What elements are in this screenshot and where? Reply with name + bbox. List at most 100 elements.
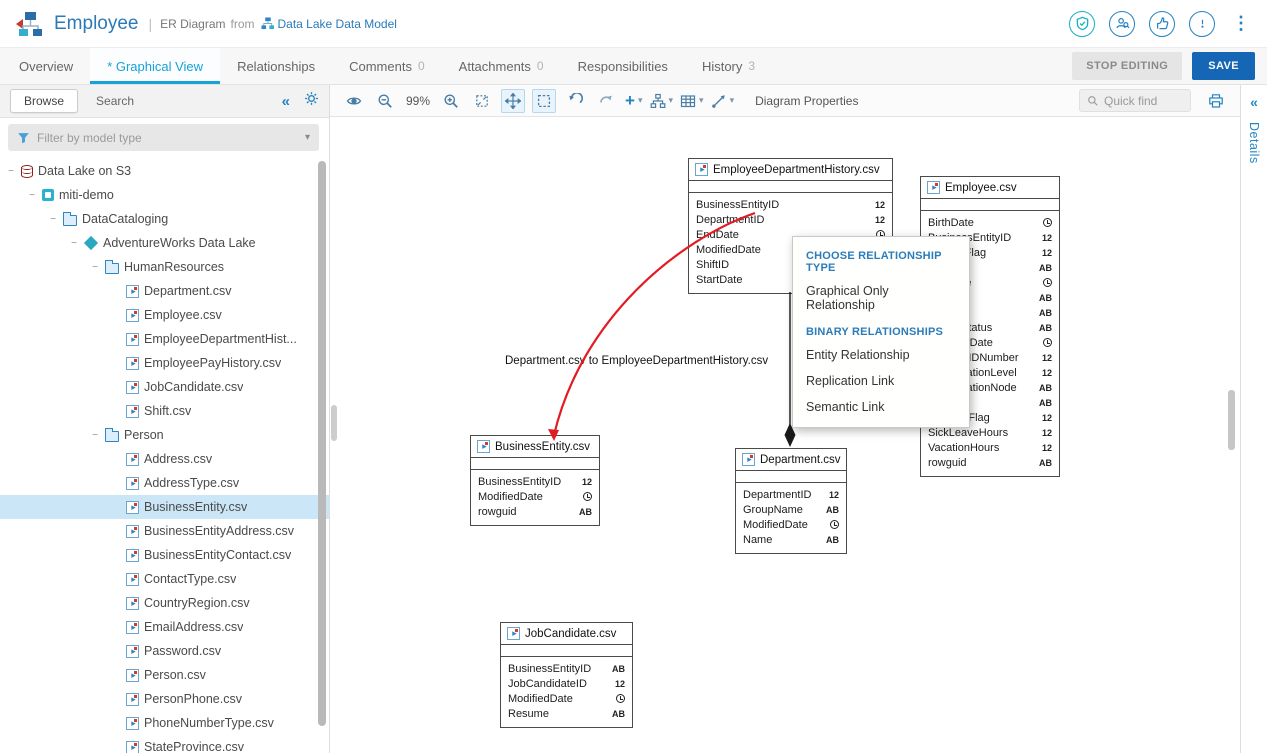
sidebar-scrollbar[interactable] [318,161,326,750]
undo-icon[interactable] [563,89,587,113]
tab-overview[interactable]: Overview [2,48,90,84]
tree-item-addresstype-csv[interactable]: AddressType.csv [0,471,329,495]
collapse-expander-icon[interactable]: − [90,262,100,273]
tab-responsibilities[interactable]: Responsibilities [561,48,685,84]
tree-item-employee-csv[interactable]: Employee.csv [0,303,329,327]
entity-title[interactable]: JobCandidate.csv [501,623,632,645]
attribute-businessentityid[interactable]: BusinessEntityID12 [689,197,892,212]
tree-item-miti-demo[interactable]: −miti-demo [0,183,329,207]
attribute-jobcandidateid[interactable]: JobCandidateID12 [501,676,632,691]
menu-item-replication-link[interactable]: Replication Link [793,368,969,394]
search-tab[interactable]: Search [96,94,134,108]
tree-item-countryregion-csv[interactable]: CountryRegion.csv [0,591,329,615]
thumbs-up-icon[interactable] [1149,11,1175,37]
redo-icon[interactable] [594,89,618,113]
tree-item-person[interactable]: −Person [0,423,329,447]
tree-item-employeepayhistory-csv[interactable]: EmployeePayHistory.csv [0,351,329,375]
entity-title[interactable]: Department.csv [736,449,846,471]
attribute-departmentid[interactable]: DepartmentID12 [736,487,846,502]
settings-gear-icon[interactable] [304,91,319,111]
tree-item-data-lake-on-s3[interactable]: −Data Lake on S3 [0,159,329,183]
tree-item-password-csv[interactable]: Password.csv [0,639,329,663]
relationship-tool-dropdown[interactable]: ▾ [711,93,735,109]
attribute-modifieddate[interactable]: ModifiedDate [736,517,846,532]
tree-item-businessentityaddress-csv[interactable]: BusinessEntityAddress.csv [0,519,329,543]
zoom-out-icon[interactable] [373,89,397,113]
diagram-canvas[interactable]: Department.csv to EmployeeDepartmentHist… [330,117,1240,753]
sidebar-scrollbar-thumb[interactable] [318,161,326,726]
grid-view-dropdown[interactable]: ▾ [680,93,704,109]
tree-item-adventureworks-data-lake[interactable]: −AdventureWorks Data Lake [0,231,329,255]
shield-check-icon[interactable] [1069,11,1095,37]
tree-item-employeedepartmenthist[interactable]: EmployeeDepartmentHist... [0,327,329,351]
tab-attachments[interactable]: Attachments0 [442,48,561,84]
collapse-expander-icon[interactable]: − [48,214,58,225]
tab-graphical-view[interactable]: * Graphical View [90,48,220,84]
menu-item-entity-relationship[interactable]: Entity Relationship [793,342,969,368]
pan-tool-icon[interactable] [501,89,525,113]
entity-title[interactable]: BusinessEntity.csv [471,436,599,458]
marquee-select-icon[interactable] [532,89,556,113]
attribute-businessentityid[interactable]: BusinessEntityIDAB [501,661,632,676]
tree-item-phonenumbertype-csv[interactable]: PhoneNumberType.csv [0,711,329,735]
tree-item-humanresources[interactable]: −HumanResources [0,255,329,279]
canvas-vscrollbar-thumb[interactable] [1228,390,1235,450]
curator-search-icon[interactable] [1109,11,1135,37]
collapse-expander-icon[interactable]: − [27,190,37,201]
entity-title[interactable]: EmployeeDepartmentHistory.csv [689,159,892,181]
attribute-vacationhours[interactable]: VacationHours12 [921,440,1059,455]
tab-relationships[interactable]: Relationships [220,48,332,84]
quick-find-input[interactable] [1104,94,1179,108]
kebab-menu-icon[interactable]: ⋮ [1229,13,1253,34]
save-button[interactable]: SAVE [1192,52,1255,80]
attribute-groupname[interactable]: GroupNameAB [736,502,846,517]
canvas-left-scrollbar-thumb[interactable] [331,405,337,441]
attribute-birthdate[interactable]: BirthDate [921,215,1059,230]
tree-item-shift-csv[interactable]: Shift.csv [0,399,329,423]
stop-editing-button[interactable]: STOP EDITING [1072,52,1182,80]
attribute-rowguid[interactable]: rowguidAB [921,455,1059,470]
entity-jobcandidate-csv[interactable]: JobCandidate.csv BusinessEntityIDABJobCan… [500,622,633,728]
tree-item-contacttype-csv[interactable]: ContactType.csv [0,567,329,591]
tree-item-datacataloging[interactable]: −DataCataloging [0,207,329,231]
details-panel-collapsed[interactable]: « Details [1240,85,1267,753]
print-icon[interactable] [1204,89,1228,113]
menu-item-graphical-only-relationship[interactable]: Graphical Only Relationship [793,278,969,318]
tree-item-department-csv[interactable]: Department.csv [0,279,329,303]
tab-comments[interactable]: Comments0 [332,48,442,84]
entity-department-csv[interactable]: Department.csv DepartmentID12GroupNameABM… [735,448,847,554]
collapse-sidebar-icon[interactable]: « [282,93,290,110]
zoom-in-icon[interactable] [439,89,463,113]
attribute-modifieddate[interactable]: ModifiedDate [471,489,599,504]
tree-item-businessentity-csv[interactable]: BusinessEntity.csv [0,495,329,519]
attribute-modifieddate[interactable]: ModifiedDate [501,691,632,706]
alert-icon[interactable] [1189,11,1215,37]
quick-find[interactable] [1079,89,1191,112]
attribute-businessentityid[interactable]: BusinessEntityID12 [471,474,599,489]
tree-item-person-csv[interactable]: Person.csv [0,663,329,687]
attribute-name[interactable]: NameAB [736,532,846,547]
menu-item-semantic-link[interactable]: Semantic Link [793,394,969,420]
fit-to-screen-icon[interactable] [470,89,494,113]
auto-layout-dropdown[interactable]: ▾ [650,93,674,109]
tree-item-businessentitycontact-csv[interactable]: BusinessEntityContact.csv [0,543,329,567]
browse-tab[interactable]: Browse [10,89,78,113]
tree-item-address-csv[interactable]: Address.csv [0,447,329,471]
attribute-resume[interactable]: ResumeAB [501,706,632,721]
tab-history[interactable]: History3 [685,48,772,84]
entity-businessentity-csv[interactable]: BusinessEntity.csv BusinessEntityID12Modi… [470,435,600,526]
model-link[interactable]: Data Lake Data Model [278,17,397,31]
model-type-filter[interactable]: Filter by model type ▾ [8,124,319,151]
tree-item-personphone-csv[interactable]: PersonPhone.csv [0,687,329,711]
collapse-expander-icon[interactable]: − [6,166,16,177]
attribute-rowguid[interactable]: rowguidAB [471,504,599,519]
add-entity-dropdown[interactable]: + ▾ [625,92,642,109]
tree-item-emailaddress-csv[interactable]: EmailAddress.csv [0,615,329,639]
collapse-expander-icon[interactable]: − [69,238,79,249]
diagram-properties-label[interactable]: Diagram Properties [755,94,858,108]
tree-item-stateprovince-csv[interactable]: StateProvince.csv [0,735,329,753]
attribute-departmentid[interactable]: DepartmentID12 [689,212,892,227]
expand-details-icon[interactable]: « [1250,94,1258,110]
entity-title[interactable]: Employee.csv [921,177,1059,199]
collapse-expander-icon[interactable]: − [90,430,100,441]
